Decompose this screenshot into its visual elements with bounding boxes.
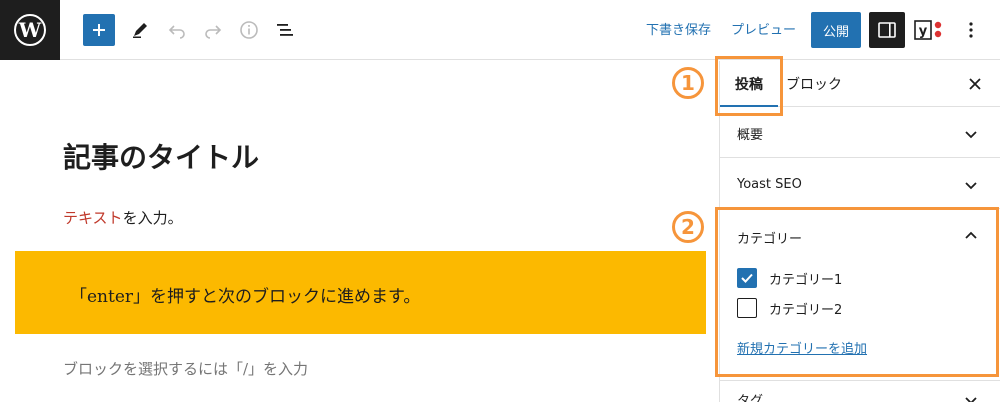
redo-icon[interactable] <box>197 14 229 46</box>
edit-pen-icon[interactable] <box>124 14 156 46</box>
publish-button[interactable]: 公開 <box>811 12 861 48</box>
post-title[interactable]: 記事のタイトル <box>63 136 259 176</box>
annotation-marker-2: 2 <box>672 211 704 243</box>
paragraph-highlight-text: テキスト <box>63 209 123 227</box>
more-options-icon[interactable] <box>955 14 987 46</box>
chevron-down-icon <box>965 182 977 190</box>
editor-canvas: 記事のタイトル テキストを入力。 「enter」を押すと次のブロックに進めます。… <box>0 61 719 402</box>
annotation-highlight-2 <box>715 207 999 377</box>
block-placeholder[interactable]: ブロックを選択するには「/」を入力 <box>63 358 308 379</box>
save-draft-button[interactable]: 下書き保存 <box>646 19 711 38</box>
yoast-icon[interactable]: y <box>912 14 946 46</box>
settings-panel-icon[interactable] <box>869 12 905 48</box>
info-icon[interactable] <box>233 14 265 46</box>
panel-yoast[interactable]: Yoast SEO <box>720 159 1000 209</box>
chevron-down-icon <box>965 397 977 402</box>
callout-block[interactable]: 「enter」を押すと次のブロックに進めます。 <box>15 251 706 334</box>
panel-summary-title: 概要 <box>737 128 764 143</box>
chevron-down-icon <box>965 131 977 139</box>
svg-text:W: W <box>18 18 42 42</box>
editor-toolbar: W 下書き保存 プレビュー 公開 y <box>0 0 1000 60</box>
panel-tags-title: タグ <box>737 394 764 402</box>
paragraph-text: を入力。 <box>122 209 183 227</box>
callout-text: 「enter」を押すと次のブロックに進めます。 <box>70 287 421 307</box>
undo-icon[interactable] <box>161 14 193 46</box>
paragraph-block[interactable]: テキストを入力。 <box>63 207 183 228</box>
list-view-icon[interactable] <box>269 14 301 46</box>
annotation-highlight-1 <box>715 56 783 116</box>
svg-text:y: y <box>919 24 928 39</box>
panel-yoast-title: Yoast SEO <box>737 177 802 192</box>
annotation-marker-1: 1 <box>672 67 704 99</box>
close-icon[interactable] <box>960 69 990 99</box>
preview-button[interactable]: プレビュー <box>731 19 796 38</box>
tab-block[interactable]: ブロック <box>786 61 842 107</box>
panel-tags[interactable]: タグ <box>720 382 1000 402</box>
add-block-button[interactable] <box>83 14 115 46</box>
wordpress-logo-icon[interactable]: W <box>0 0 60 60</box>
